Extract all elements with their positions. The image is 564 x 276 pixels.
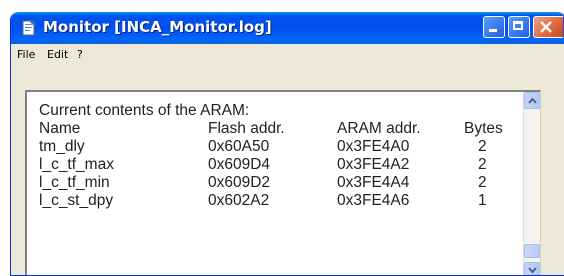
column-header-flash-addr: Flash addr. — [208, 120, 285, 137]
cell-aram-addr: 0x3FE4A6 — [337, 192, 410, 209]
cell-bytes: 1 — [478, 192, 487, 209]
cell-flash-addr: 0x60A50 — [208, 138, 270, 155]
menu-file[interactable]: File — [17, 48, 35, 61]
menu-help[interactable]: ? — [77, 48, 83, 61]
menu-bar: File Edit ? — [11, 44, 564, 66]
cell-aram-addr: 0x3FE4A2 — [337, 156, 410, 173]
table-row: l_c_st_dpy 0x602A2 0x3FE4A6 1 — [39, 192, 487, 210]
scroll-up-button[interactable] — [524, 92, 540, 109]
close-icon — [540, 21, 552, 33]
log-heading: Current contents of the ARAM: — [39, 102, 250, 119]
cell-aram-addr: 0x3FE4A0 — [337, 138, 410, 155]
notepad-icon — [21, 20, 37, 36]
column-header-bytes: Bytes — [464, 120, 503, 137]
table-row: tm_dly 0x60A50 0x3FE4A0 2 — [39, 138, 487, 156]
cell-aram-addr: 0x3FE4A4 — [337, 174, 410, 191]
cell-flash-addr: 0x602A2 — [208, 192, 270, 209]
window-title: Monitor [INCA_Monitor.log] — [43, 18, 272, 36]
title-bar[interactable]: Monitor [INCA_Monitor.log] — [11, 12, 564, 44]
scroll-up-arrow-icon — [528, 97, 537, 104]
monitor-window: Monitor [INCA_Monitor.log] File Edit ? C… — [10, 12, 564, 276]
menu-edit[interactable]: Edit — [47, 48, 68, 61]
column-header-row: Name Flash addr. ARAM addr. Bytes — [39, 120, 503, 138]
log-content: Current contents of the ARAM: Name Flash… — [39, 102, 503, 210]
cell-bytes: 2 — [478, 156, 487, 173]
client-area: Current contents of the ARAM: Name Flash… — [11, 66, 564, 275]
close-button[interactable] — [533, 16, 563, 38]
scroll-down-button[interactable] — [524, 262, 540, 275]
table-row: l_c_tf_min 0x609D2 0x3FE4A4 2 — [39, 174, 487, 192]
cell-name: l_c_tf_max — [39, 156, 114, 173]
cell-flash-addr: 0x609D2 — [208, 174, 271, 191]
table-row: l_c_tf_max 0x609D4 0x3FE4A2 2 — [39, 156, 487, 174]
cell-name: l_c_st_dpy — [39, 192, 114, 209]
cell-name: l_c_tf_min — [39, 174, 110, 191]
cell-bytes: 2 — [478, 138, 487, 155]
column-header-aram-addr: ARAM addr. — [337, 120, 421, 137]
minimize-button[interactable] — [483, 16, 505, 38]
cell-flash-addr: 0x609D4 — [208, 156, 271, 173]
cell-name: tm_dly — [39, 138, 85, 155]
log-text-area[interactable]: Current contents of the ARAM: Name Flash… — [25, 90, 541, 275]
column-header-name: Name — [39, 120, 81, 137]
scroll-down-arrow-icon — [528, 267, 537, 274]
maximize-button[interactable] — [508, 16, 530, 38]
cell-bytes: 2 — [478, 174, 487, 191]
scroll-thumb[interactable] — [524, 244, 540, 258]
vertical-scrollbar[interactable] — [523, 92, 540, 275]
